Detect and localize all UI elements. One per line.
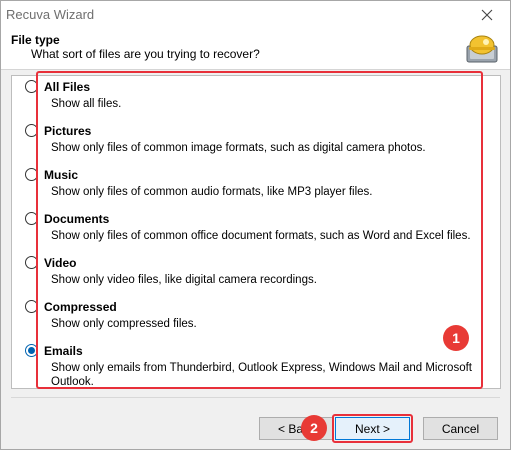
page-title: File type <box>11 33 60 47</box>
close-button[interactable] <box>464 1 510 29</box>
radio-documents[interactable] <box>25 212 38 225</box>
page-subtitle: What sort of files are you trying to rec… <box>31 47 260 61</box>
option-description: Show all files. <box>51 98 122 110</box>
annotation-badge-1: 1 <box>443 325 469 351</box>
wizard-header: File type What sort of files are you try… <box>1 29 510 70</box>
option-documents[interactable]: Documents Show only files of common offi… <box>25 212 484 243</box>
option-description: Show only files of common image formats,… <box>51 142 426 154</box>
radio-compressed[interactable] <box>25 300 38 313</box>
option-pictures[interactable]: Pictures Show only files of common image… <box>25 124 484 155</box>
option-compressed[interactable]: Compressed Show only compressed files. <box>25 300 484 331</box>
option-label: Music <box>44 168 79 182</box>
radio-video[interactable] <box>25 256 38 269</box>
cancel-button[interactable]: Cancel <box>423 417 498 440</box>
option-description: Show only emails from Thunderbird, Outlo… <box>51 362 472 388</box>
title-bar: Recuva Wizard <box>1 1 510 29</box>
option-description: Show only compressed files. <box>51 318 197 330</box>
annotation-badge-2: 2 <box>301 415 327 441</box>
option-description: Show only files of common audio formats,… <box>51 186 373 198</box>
option-video[interactable]: Video Show only video files, like digita… <box>25 256 484 287</box>
option-music[interactable]: Music Show only files of common audio fo… <box>25 168 484 199</box>
footer-divider <box>11 397 500 398</box>
option-label: Documents <box>44 212 110 226</box>
recuva-wizard-window: Recuva Wizard File type What sort of fil… <box>0 0 511 450</box>
option-description: Show only video files, like digital came… <box>51 274 317 286</box>
option-label: Video <box>44 256 77 270</box>
option-emails[interactable]: Emails Show only emails from Thunderbird… <box>25 344 484 389</box>
option-label: Pictures <box>44 124 92 138</box>
option-label: Compressed <box>44 300 117 314</box>
option-label: All Files <box>44 80 91 94</box>
file-type-options: All Files Show all files. Pictures Show … <box>11 75 501 389</box>
recuva-hard-hat-icon <box>466 35 498 63</box>
option-all-files[interactable]: All Files Show all files. <box>25 80 484 111</box>
option-description: Show only files of common office documen… <box>51 230 471 242</box>
radio-all-files[interactable] <box>25 80 38 93</box>
close-icon <box>481 9 493 21</box>
window-title: Recuva Wizard <box>6 7 95 22</box>
radio-emails[interactable] <box>25 344 38 357</box>
next-button[interactable]: Next > <box>335 417 410 440</box>
radio-music[interactable] <box>25 168 38 181</box>
option-label: Emails <box>44 344 83 358</box>
radio-pictures[interactable] <box>25 124 38 137</box>
